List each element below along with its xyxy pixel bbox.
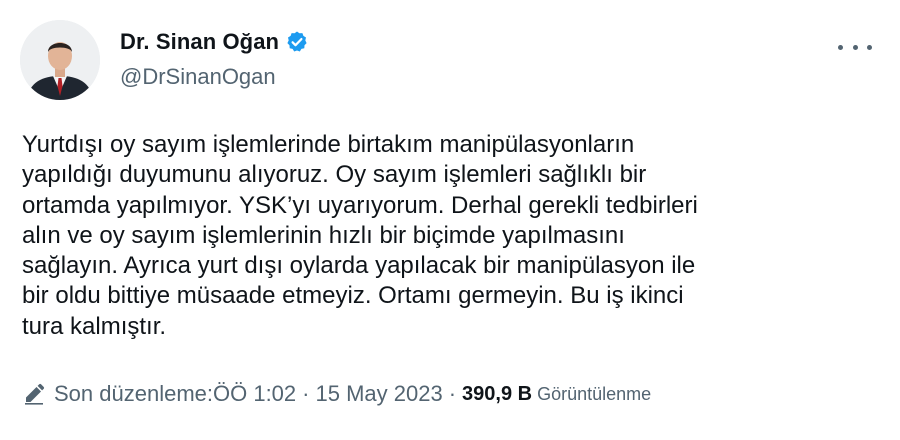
more-dot — [867, 44, 872, 50]
author-handle[interactable]: @DrSinanOgan — [120, 64, 276, 90]
more-dot — [838, 44, 843, 50]
author-name-row: Dr. Sinan Oğan — [120, 29, 309, 55]
tweet-meta-row: Son düzenleme: ÖÖ 1:02 · 15 May 2023 · 3… — [22, 381, 651, 407]
avatar-portrait — [20, 20, 100, 100]
verified-badge-icon[interactable] — [285, 30, 309, 54]
separator: · — [302, 381, 310, 406]
separator: · — [448, 381, 457, 406]
tweet-date[interactable]: 15 May 2023 — [315, 381, 442, 407]
more-dot — [852, 44, 858, 50]
views-count: 390,9 B — [462, 382, 533, 405]
tweet-card: Dr. Sinan Oğan @DrSinanOgan Yurtdışı oy … — [0, 0, 900, 440]
edited-label[interactable]: Son düzenleme: — [54, 381, 213, 407]
author-display-name[interactable]: Dr. Sinan Oğan — [120, 29, 279, 55]
views-label: Görüntülenme — [537, 383, 652, 404]
more-options-icon[interactable] — [838, 42, 872, 52]
pencil-edit-icon[interactable] — [22, 382, 46, 406]
avatar[interactable] — [20, 20, 100, 100]
tweet-text: Yurtdışı oy sayım işlemlerinde birtakım … — [22, 131, 698, 340]
tweet-time[interactable]: ÖÖ 1:02 — [213, 381, 296, 407]
